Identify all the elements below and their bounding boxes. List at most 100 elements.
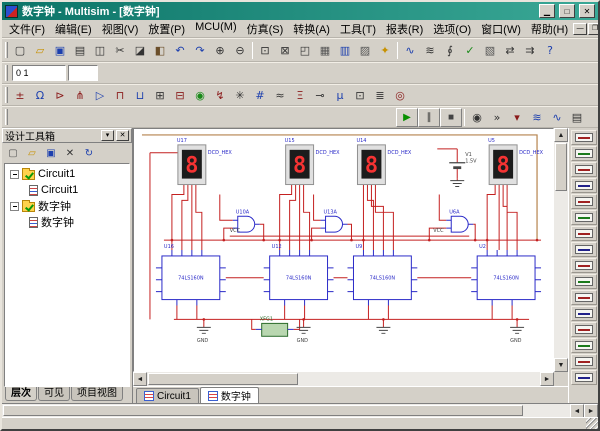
place-mixed-button[interactable]: ⊟: [170, 85, 190, 105]
menu-reports[interactable]: 报表(R): [381, 20, 428, 38]
minimize-button[interactable]: ▁: [539, 4, 555, 18]
place-hierarchical-button[interactable]: ⊡: [350, 85, 370, 105]
workspace-scroll-left-button[interactable]: ◄: [570, 404, 584, 418]
place-diode-button[interactable]: ⊳: [50, 85, 70, 105]
close-design-button[interactable]: ✕: [61, 145, 79, 162]
workspace-scroll-right-button[interactable]: ►: [584, 404, 598, 418]
design-toolbox-title-bar[interactable]: 设计工具箱 ▾ ✕: [2, 128, 132, 143]
place-misc-button[interactable]: ✳: [230, 85, 250, 105]
and-gate[interactable]: U13A: [321, 209, 348, 232]
workspace-horizontal-scrollbar[interactable]: ◄ ►: [2, 403, 598, 417]
four-channel-oscilloscope[interactable]: [571, 194, 597, 209]
menu-transfer[interactable]: 转换(A): [288, 20, 335, 38]
dock-close-button[interactable]: ✕: [116, 130, 129, 141]
refresh-button[interactable]: ↻: [80, 145, 98, 162]
vertical-scrollbar[interactable]: ▲ ▼: [554, 128, 568, 372]
place-power-button[interactable]: ↯: [210, 85, 230, 105]
grapher-view-button[interactable]: ∿: [547, 107, 567, 127]
tab-project-view[interactable]: 项目视图: [71, 387, 123, 401]
tree-item-digital-clock-root[interactable]: 数字钟: [5, 198, 129, 214]
forward-annotate-button[interactable]: ⇉: [520, 40, 540, 60]
iv-analyzer[interactable]: [571, 290, 597, 305]
place-transistor-button[interactable]: ⋔: [70, 85, 90, 105]
wattmeter[interactable]: [571, 162, 597, 177]
bode-plotter[interactable]: [571, 210, 597, 225]
analyses-button[interactable]: ≋: [420, 40, 440, 60]
multimeter[interactable]: [571, 130, 597, 145]
measurement-probe[interactable]: [571, 354, 597, 369]
tab-digital-clock[interactable]: 数字钟: [200, 387, 259, 403]
tab-circuit1[interactable]: Circuit1: [136, 388, 199, 403]
tree-item-circuit1-sheet[interactable]: Circuit1: [5, 182, 129, 198]
network-analyzer[interactable]: [571, 338, 597, 353]
toolbar-drag-handle[interactable]: [5, 42, 8, 58]
open-file-button[interactable]: ▱: [30, 40, 50, 60]
close-button[interactable]: ✕: [579, 4, 595, 18]
scroll-up-button[interactable]: ▲: [554, 128, 568, 142]
spreadsheet-view-button[interactable]: ▥: [335, 40, 355, 60]
schematic-canvas[interactable]: 8 U17 DCD_HEX 8 U15 DCD_HEX 8: [133, 128, 554, 372]
database-manager-button[interactable]: ▨: [355, 40, 375, 60]
toolbar-drag-handle[interactable]: [5, 109, 8, 125]
tab-visibility[interactable]: 可见: [38, 387, 70, 401]
place-peripheral-button[interactable]: #: [250, 85, 270, 105]
function-generator[interactable]: [571, 146, 597, 161]
resize-grip[interactable]: [586, 418, 598, 429]
place-connector-button[interactable]: ⊸: [310, 85, 330, 105]
in-use-list[interactable]: 0 1: [12, 65, 66, 81]
variant-box[interactable]: [68, 65, 98, 81]
tree-expander-icon[interactable]: [10, 170, 19, 179]
step-button[interactable]: »: [487, 107, 507, 127]
place-analog-button[interactable]: ▷: [90, 85, 110, 105]
frequency-counter[interactable]: [571, 226, 597, 241]
counter-ic[interactable]: U16 74LS160N: [156, 244, 226, 306]
capture-area-button[interactable]: ▧: [480, 40, 500, 60]
tree-item-digital-clock-sheet[interactable]: 数字钟: [5, 214, 129, 230]
menu-window[interactable]: 窗口(W): [476, 20, 526, 38]
counter-ic[interactable]: U9 74LS160N: [347, 244, 417, 306]
current-probe[interactable]: [571, 370, 597, 385]
place-ttl-button[interactable]: ⊓: [110, 85, 130, 105]
place-rf-button[interactable]: ≈: [270, 85, 290, 105]
and-gate[interactable]: U6A: [446, 209, 473, 232]
electrical-rules-check-button[interactable]: ✓: [460, 40, 480, 60]
place-electromechanical-button[interactable]: Ξ: [290, 85, 310, 105]
component-wizard-button[interactable]: ✦: [375, 40, 395, 60]
vertical-scroll-thumb[interactable]: [555, 143, 567, 191]
pause-at-condition-button[interactable]: ◉: [467, 107, 487, 127]
grapher-button[interactable]: ∿: [400, 40, 420, 60]
tree-item-circuit1-root[interactable]: Circuit1: [5, 166, 129, 182]
stop-simulation-button[interactable]: ■: [440, 108, 462, 127]
undo-button[interactable]: ↶: [170, 40, 190, 60]
place-mcu-button[interactable]: µ: [330, 85, 350, 105]
postprocessor-button[interactable]: ∮: [440, 40, 460, 60]
spectrum-analyzer[interactable]: [571, 322, 597, 337]
menu-edit[interactable]: 编辑(E): [50, 20, 97, 38]
zoom-area-button[interactable]: ⊡: [255, 40, 275, 60]
seven-segment-display[interactable]: 8 U5 DCD_HEX: [488, 138, 543, 185]
new-file-button[interactable]: ▢: [10, 40, 30, 60]
back-annotate-button[interactable]: ⇄: [500, 40, 520, 60]
menu-place[interactable]: 放置(P): [143, 20, 190, 38]
zoom-out-button[interactable]: ⊖: [230, 40, 250, 60]
scroll-down-button[interactable]: ▼: [554, 358, 568, 372]
run-simulation-button[interactable]: ▶: [396, 108, 418, 127]
instrument-probe-button[interactable]: ▾: [507, 107, 527, 127]
place-cmos-button[interactable]: ⊔: [130, 85, 150, 105]
print-button[interactable]: ▤: [70, 40, 90, 60]
battery[interactable]: V1 1.5V: [449, 152, 477, 187]
paste-button[interactable]: ◧: [150, 40, 170, 60]
simulation-log-button[interactable]: ▤: [567, 107, 587, 127]
place-bus-button[interactable]: ≣: [370, 85, 390, 105]
print-preview-button[interactable]: ◫: [90, 40, 110, 60]
place-basic-button[interactable]: Ω: [30, 85, 50, 105]
word-generator[interactable]: [571, 242, 597, 257]
vertical-scroll-track[interactable]: [554, 192, 568, 358]
tree-expander-icon[interactable]: [10, 202, 19, 211]
tab-hierarchy[interactable]: 层次: [5, 387, 37, 401]
maximize-button[interactable]: □: [559, 4, 575, 18]
seven-segment-display[interactable]: 8 U14 DCD_HEX: [356, 138, 411, 185]
analyses-menu-button[interactable]: ≋: [527, 107, 547, 127]
menu-help[interactable]: 帮助(H): [526, 20, 573, 38]
redo-button[interactable]: ↷: [190, 40, 210, 60]
